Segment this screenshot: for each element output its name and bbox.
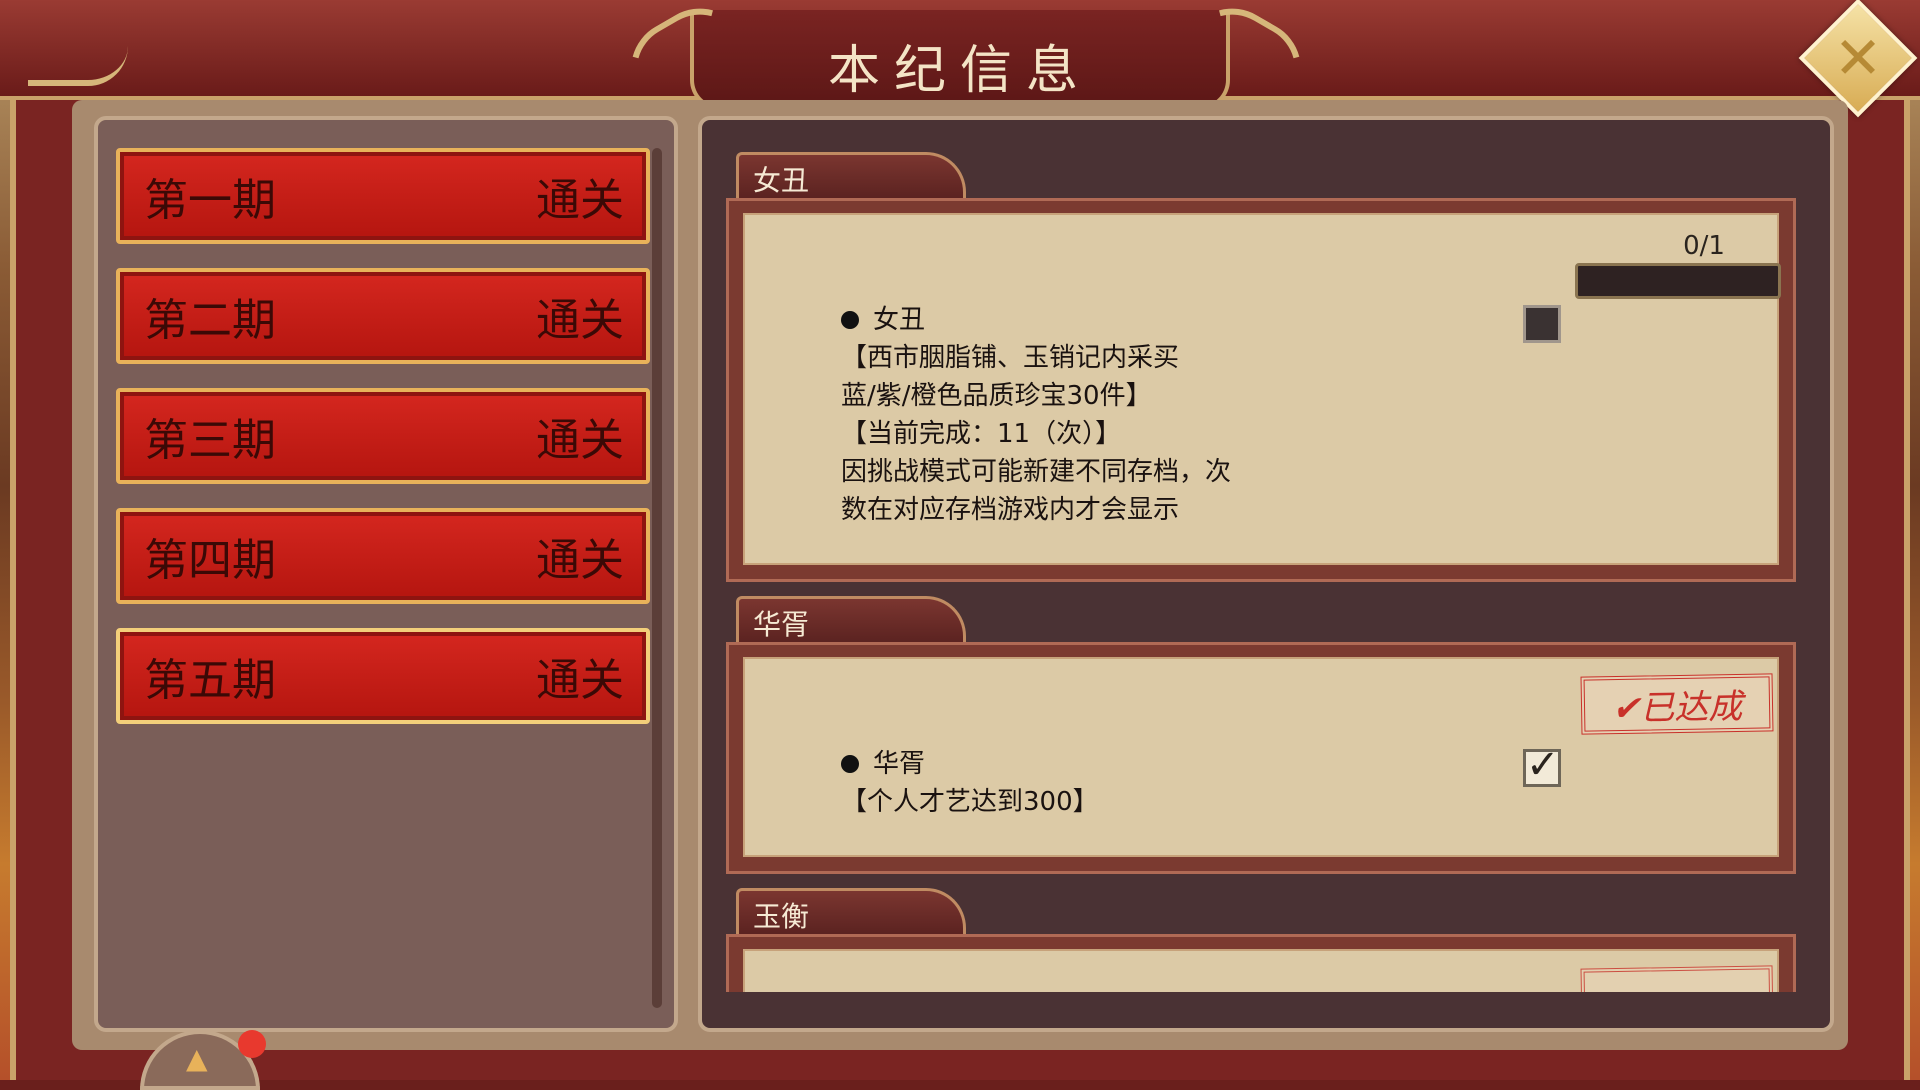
stage-status: 通关 [536, 295, 624, 346]
achievement-card: ✔已达成 华胥 ✓ 【个人才艺达到300】 [726, 642, 1796, 874]
stage-status: 通关 [536, 535, 624, 586]
achievement-title: 华胥 [841, 745, 925, 783]
stage-item-4[interactable]: 第四期 通关 [116, 508, 650, 604]
stage-item-5[interactable]: 第五期 通关 [116, 628, 650, 724]
stage-label: 第二期 [144, 295, 276, 346]
stage-label: 第三期 [144, 415, 276, 466]
progress-bar [1575, 263, 1781, 299]
achievement-checkbox[interactable]: ✓ [1523, 742, 1561, 788]
achievement-card: 0/1 女丑 【西市胭脂铺、玉销记内采买 蓝/紫/橙色品质珍宝30件】 【当前完… [726, 198, 1796, 582]
stage-item-1[interactable]: 第一期 通关 [116, 148, 650, 244]
achievement-checkbox[interactable] [1523, 305, 1561, 343]
stage-label: 第五期 [144, 655, 276, 706]
achievement-description: 【西市胭脂铺、玉销记内采买 蓝/紫/橙色品质珍宝30件】 【当前完成：11（次）… [841, 343, 1232, 525]
achievement-list[interactable]: 女丑 0/1 女丑 【西市胭脂铺、玉销记内采买 蓝/紫/橙色品质珍宝30件】 【… [708, 128, 1824, 992]
stage-label: 第一期 [144, 175, 276, 226]
achievement-tab: 玉衡 [736, 888, 966, 936]
completed-stamp [1580, 965, 1774, 992]
stage-item-2[interactable]: 第二期 通关 [116, 268, 650, 364]
checkmark-icon: ✓ [1526, 742, 1560, 788]
stage-label: 第四期 [144, 535, 276, 586]
stage-status: 通关 [536, 175, 624, 226]
stage-status: 通关 [536, 415, 624, 466]
notification-dot [238, 1030, 266, 1058]
chevron-up-icon: ▲ [186, 1042, 208, 1075]
achievement-card [726, 934, 1796, 992]
stage-item-3[interactable]: 第三期 通关 [116, 388, 650, 484]
progress-text: 0/1 [1683, 231, 1725, 261]
achievement-tab: 华胥 [736, 596, 966, 644]
bullet-icon [841, 755, 859, 773]
close-icon: ✕ [1833, 24, 1883, 92]
page-title: 本纪信息 [827, 41, 1092, 101]
achievement-description: 【个人才艺达到300】 [841, 787, 1099, 817]
achievement-title: 女丑 [841, 301, 925, 339]
stage-list-scrollbar[interactable] [652, 148, 662, 1008]
achievement-tab: 女丑 [736, 152, 966, 200]
stage-status: 通关 [536, 655, 624, 706]
bullet-icon [841, 311, 859, 329]
completed-stamp: ✔已达成 [1580, 673, 1774, 735]
